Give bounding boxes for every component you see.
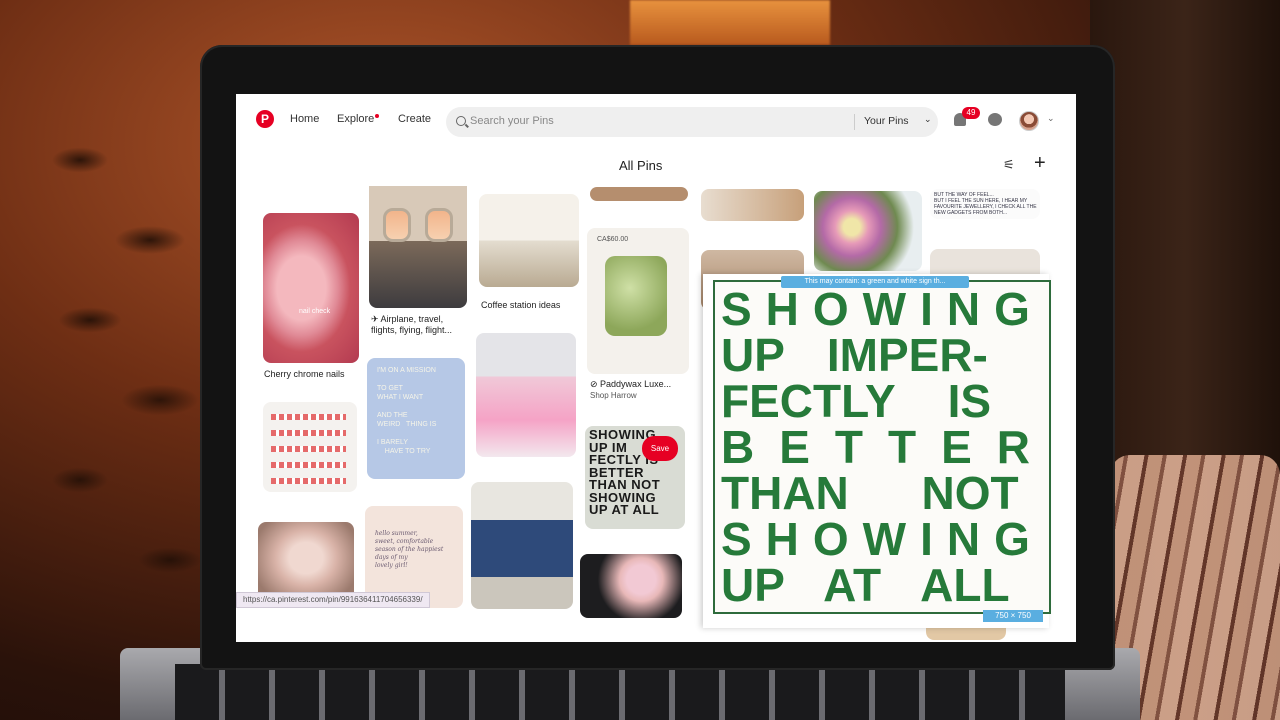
pin-quote-text: I'M ON A MISSION TO GET WHAT I WANT AND …: [377, 367, 437, 455]
avatar[interactable]: [1019, 111, 1039, 131]
your-pins-filter[interactable]: Your Pins: [864, 115, 909, 127]
candle-jar: [605, 256, 667, 336]
checklist-row: [271, 430, 346, 436]
status-bar-url: https://ca.pinterest.com/pin/99163641170…: [236, 592, 430, 608]
notification-badge: 49: [962, 107, 980, 119]
plane-window: [383, 208, 411, 242]
background-lamp: [630, 0, 830, 45]
pin-price: CA$60.00: [597, 236, 629, 243]
pin-bedroom-partial[interactable]: [701, 189, 804, 221]
alt-text-tooltip: This may contain: a green and white sign…: [781, 276, 969, 288]
plus-icon[interactable]: +: [1034, 152, 1046, 175]
laptop-keyboard: [175, 664, 1065, 720]
pin-mission-quote[interactable]: I'M ON A MISSION TO GET WHAT I WANT AND …: [367, 358, 465, 479]
plane-window: [425, 208, 453, 242]
checklist-row: [271, 446, 346, 452]
preview-text-line: UP IMPER-: [721, 329, 988, 381]
preview-image: SHOWING UP IMPER- FECTLY IS BETTER THAN …: [713, 280, 1051, 614]
preview-text-line: SHOWING: [721, 513, 1044, 565]
image-size-label: 750 × 750: [983, 610, 1043, 622]
top-navigation-bar: P Home Explore Create Search your Pins Y…: [236, 94, 1076, 150]
pin-caption[interactable]: Coffee station ideas: [481, 300, 560, 311]
background-plant: [20, 40, 220, 600]
preview-text-line: SHOWING: [721, 283, 1044, 335]
preview-text-line: UP AT ALL: [721, 559, 1010, 611]
chevron-down-icon[interactable]: ⌄: [924, 114, 932, 125]
pin-girl-photo[interactable]: [258, 522, 354, 602]
page-title: All Pins: [619, 158, 663, 173]
preview-text-line: THAN NOT: [721, 467, 1019, 519]
pin-note-text: BUT THE WAY OF FEEL... BUT I FEEL THE SU…: [934, 192, 1037, 216]
preview-text-line: FECTLY IS: [721, 375, 992, 427]
pin-bowl[interactable]: [580, 554, 682, 618]
checklist-row: [271, 414, 346, 420]
pin-candle[interactable]: CA$60.00: [587, 228, 689, 374]
pin-coffee-station[interactable]: [479, 194, 579, 287]
search-placeholder: Search your Pins: [470, 115, 554, 127]
search-icon: [456, 116, 466, 126]
pin-caption[interactable]: ✈ Airplane, travel, flights, flying, fli…: [371, 314, 469, 336]
pin-caption[interactable]: ⊘ Paddywax Luxe...: [590, 379, 671, 390]
nav-create-link[interactable]: Create: [398, 113, 431, 125]
nav-home-link[interactable]: Home: [290, 113, 319, 125]
filter-icon[interactable]: ⚟: [1003, 157, 1015, 173]
pin-letter-text: hello summer, sweet, comfortable season …: [375, 530, 444, 569]
account-chevron-down-icon[interactable]: ⌄: [1047, 113, 1055, 124]
pin-airplane[interactable]: [369, 186, 467, 308]
pin-caption[interactable]: Cherry chrome nails: [264, 369, 345, 380]
image-preview-popup: SHOWING UP IMPER- FECTLY IS BETTER THAN …: [703, 274, 1051, 628]
explore-new-dot: [375, 114, 379, 118]
pin-cherry-nails[interactable]: nail check: [263, 213, 359, 363]
pin-partial-top[interactable]: [590, 187, 688, 201]
save-button[interactable]: Save: [642, 436, 678, 461]
search-divider: [854, 114, 855, 130]
pinterest-logo-icon[interactable]: P: [256, 110, 274, 128]
pin-matcha-drinks[interactable]: [476, 333, 576, 457]
pin-flowers[interactable]: [814, 191, 922, 271]
pin-image-label: nail check: [299, 308, 331, 315]
pin-source[interactable]: Shop Harrow: [590, 391, 637, 400]
browser-screen: P Home Explore Create Search your Pins Y…: [236, 94, 1076, 642]
message-icon[interactable]: [988, 113, 1002, 126]
nav-explore-link[interactable]: Explore: [337, 113, 374, 125]
pin-handwritten-note[interactable]: BUT THE WAY OF FEEL... BUT I FEEL THE SU…: [930, 189, 1040, 219]
checklist-row: [271, 462, 346, 468]
checklist-row: [271, 478, 346, 484]
preview-text-line: BETTER: [721, 421, 1055, 473]
pin-checklist[interactable]: [263, 402, 357, 492]
pin-overalls-outfit[interactable]: [471, 482, 573, 609]
search-input[interactable]: Search your Pins Your Pins ⌄: [446, 107, 938, 137]
